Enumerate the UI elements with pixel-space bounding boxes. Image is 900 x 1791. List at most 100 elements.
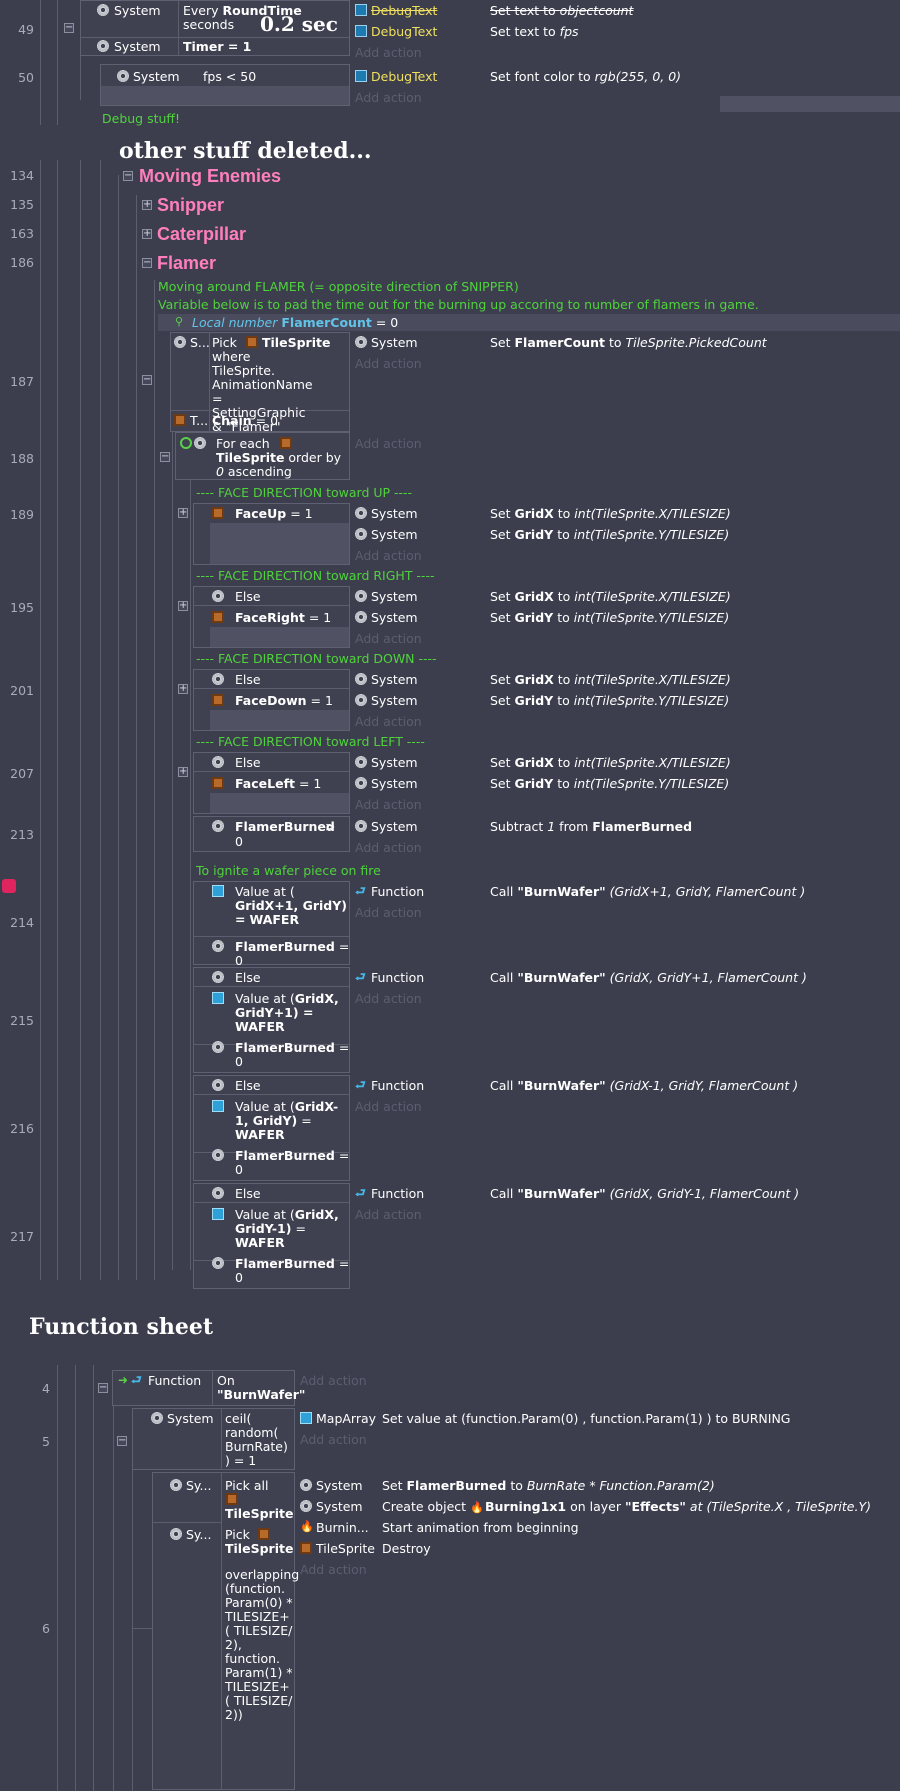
condition-text[interactable]: Pick all [225,1479,268,1493]
condition-text[interactable]: Else [235,590,261,604]
condition-text[interactable]: FaceDown = 1 [235,694,333,708]
action-text[interactable]: Set GridX to int(TileSprite.X/TILESIZE) [490,673,731,687]
action-text[interactable]: Destroy [382,1542,431,1556]
action-text[interactable]: Set value at (function.Param(0) , functi… [382,1412,790,1426]
condition-text[interactable]: FlamerBurned = [235,1257,349,1271]
condition-text[interactable]: Else [235,1187,261,1201]
comment[interactable]: ---- FACE DIRECTION toward UP ---- [196,486,412,500]
add-action-link[interactable]: Add action [355,46,422,60]
action-text[interactable]: Set GridY to int(TileSprite.Y/TILESIZE) [490,694,729,708]
condition-text[interactable]: Timer = 1 [183,40,251,54]
add-action-link[interactable]: Add action [355,357,422,371]
action-text[interactable]: Create object 🔥 Burning1x1 on layer "Eff… [382,1500,871,1514]
collapse-toggle[interactable]: − [123,171,133,181]
condition-text[interactable]: Value at (GridX, [235,1208,339,1222]
condition-text: seconds [183,17,235,32]
condition-text[interactable]: Else [235,971,261,985]
action-text[interactable]: Set GridX to int(TileSprite.X/TILESIZE) [490,590,731,604]
comment[interactable]: Variable below is to pad the time out fo… [158,298,759,312]
condition-text[interactable]: ceil( random( BurnRate) ) = 1 [225,1412,288,1468]
condition-text[interactable]: FlamerBurned [235,820,335,834]
system-icon [212,1187,224,1199]
add-action-link[interactable]: Add action [300,1563,367,1577]
comment[interactable]: ---- FACE DIRECTION toward LEFT ---- [196,735,425,749]
comment[interactable]: ---- FACE DIRECTION toward DOWN ---- [196,652,437,666]
comment[interactable]: Moving around FLAMER (= opposite directi… [158,280,519,294]
action-text[interactable]: Set GridY to int(TileSprite.Y/TILESIZE) [490,528,729,542]
add-action-link[interactable]: Add action [355,992,422,1006]
action-text[interactable]: Set FlamerBurned to BurnRate * Function.… [382,1479,715,1493]
condition-text[interactable]: Else [235,1079,261,1093]
add-action-link[interactable]: Add action [355,632,422,646]
expand-toggle[interactable]: + [142,229,152,239]
comment[interactable]: To ignite a wafer piece on fire [196,864,381,878]
collapse-toggle[interactable]: − [64,23,74,33]
collapse-toggle[interactable]: − [117,1436,127,1446]
add-action-link[interactable]: Add action [355,1100,422,1114]
expand-toggle[interactable]: + [178,684,188,694]
action-text[interactable]: Call "BurnWafer" (GridX, GridY-1, Flamer… [490,1187,799,1201]
add-action-link[interactable]: Add action [355,1208,422,1222]
action-text[interactable]: Call "BurnWafer" (GridX, GridY+1, Flamer… [490,971,807,985]
group-title[interactable]: Caterpillar [157,224,246,244]
condition-text[interactable]: FaceRight = 1 [235,611,331,625]
action-text[interactable]: Set text to objectcount [490,4,633,18]
condition-text[interactable]: FaceLeft = 1 [235,777,321,791]
add-action-link[interactable]: Add action [355,437,422,451]
condition-text[interactable]: FlamerBurned = [235,1041,349,1055]
line-number: 207 [10,766,34,781]
action-text[interactable]: Call "BurnWafer" (GridX+1, GridY, Flamer… [490,885,805,899]
comment[interactable]: ---- FACE DIRECTION toward RIGHT ---- [196,569,434,583]
group-title[interactable]: Moving Enemies [139,166,281,186]
add-action-link[interactable]: Add action [300,1374,367,1388]
add-action-link[interactable]: Add action [355,841,422,855]
action-text[interactable]: Set text to fps [490,25,579,39]
function-icon: ⮐ [355,884,366,898]
comment[interactable]: Debug stuff! [102,112,180,126]
expand-toggle[interactable]: + [142,200,152,210]
breakpoint-icon[interactable] [2,879,16,893]
condition-text: 1, GridY) = [235,1113,312,1128]
condition-text[interactable]: fps < 50 [203,70,256,84]
action-text[interactable]: Subtract 1 from FlamerBurned [490,820,692,834]
collapse-toggle[interactable]: − [160,452,170,462]
add-action-link[interactable]: Add action [355,798,422,812]
group-title[interactable]: Flamer [157,253,216,273]
action-text[interactable]: Set font color to rgb(255, 0, 0) [490,70,681,84]
add-action-link[interactable]: Add action [355,906,422,920]
condition-text[interactable]: Chain = 0 [212,414,278,428]
action-text[interactable]: Set GridY to int(TileSprite.Y/TILESIZE) [490,777,729,791]
expand-toggle[interactable]: + [178,767,188,777]
condition-text[interactable]: For each [216,437,270,451]
add-action-link[interactable]: Add action [355,715,422,729]
condition-text[interactable]: Pick [212,336,237,350]
collapse-toggle[interactable]: − [142,258,152,268]
condition-text[interactable]: Pick [225,1528,250,1542]
action-text[interactable]: Call "BurnWafer" (GridX-1, GridY, Flamer… [490,1079,798,1093]
condition-text[interactable]: FaceUp = 1 [235,507,313,521]
add-action-link[interactable]: Add action [300,1433,367,1447]
add-action-link[interactable]: Add action [355,549,422,563]
array-icon [300,1412,312,1424]
action-text[interactable]: Set GridX to int(TileSprite.X/TILESIZE) [490,756,731,770]
collapse-toggle[interactable]: − [142,375,152,385]
condition-object: System [167,1411,214,1426]
expand-toggle[interactable]: + [178,508,188,518]
action-text[interactable]: Set FlamerCount to TileSprite.PickedCoun… [490,336,767,350]
add-action-link[interactable]: Add action [355,91,422,105]
condition-text[interactable]: Value at (GridX, [235,992,339,1006]
group-title[interactable]: Snipper [157,195,224,215]
action-text[interactable]: Set GridY to int(TileSprite.Y/TILESIZE) [490,611,729,625]
condition-text[interactable]: Else [235,673,261,687]
condition-text[interactable]: Value at (GridX- [235,1100,338,1114]
expand-toggle[interactable]: + [178,601,188,611]
condition-text[interactable]: Value at ( [235,885,295,899]
condition-text[interactable]: Else [235,756,261,770]
condition-text: WAFER [235,1019,285,1034]
action-text[interactable]: Start animation from beginning [382,1521,579,1535]
condition-text[interactable]: On [217,1374,235,1388]
action-text[interactable]: Set GridX to int(TileSprite.X/TILESIZE) [490,507,731,521]
collapse-toggle[interactable]: − [98,1383,108,1393]
condition-text[interactable]: FlamerBurned = [235,1149,349,1163]
condition-text[interactable]: FlamerBurned = [235,940,349,954]
